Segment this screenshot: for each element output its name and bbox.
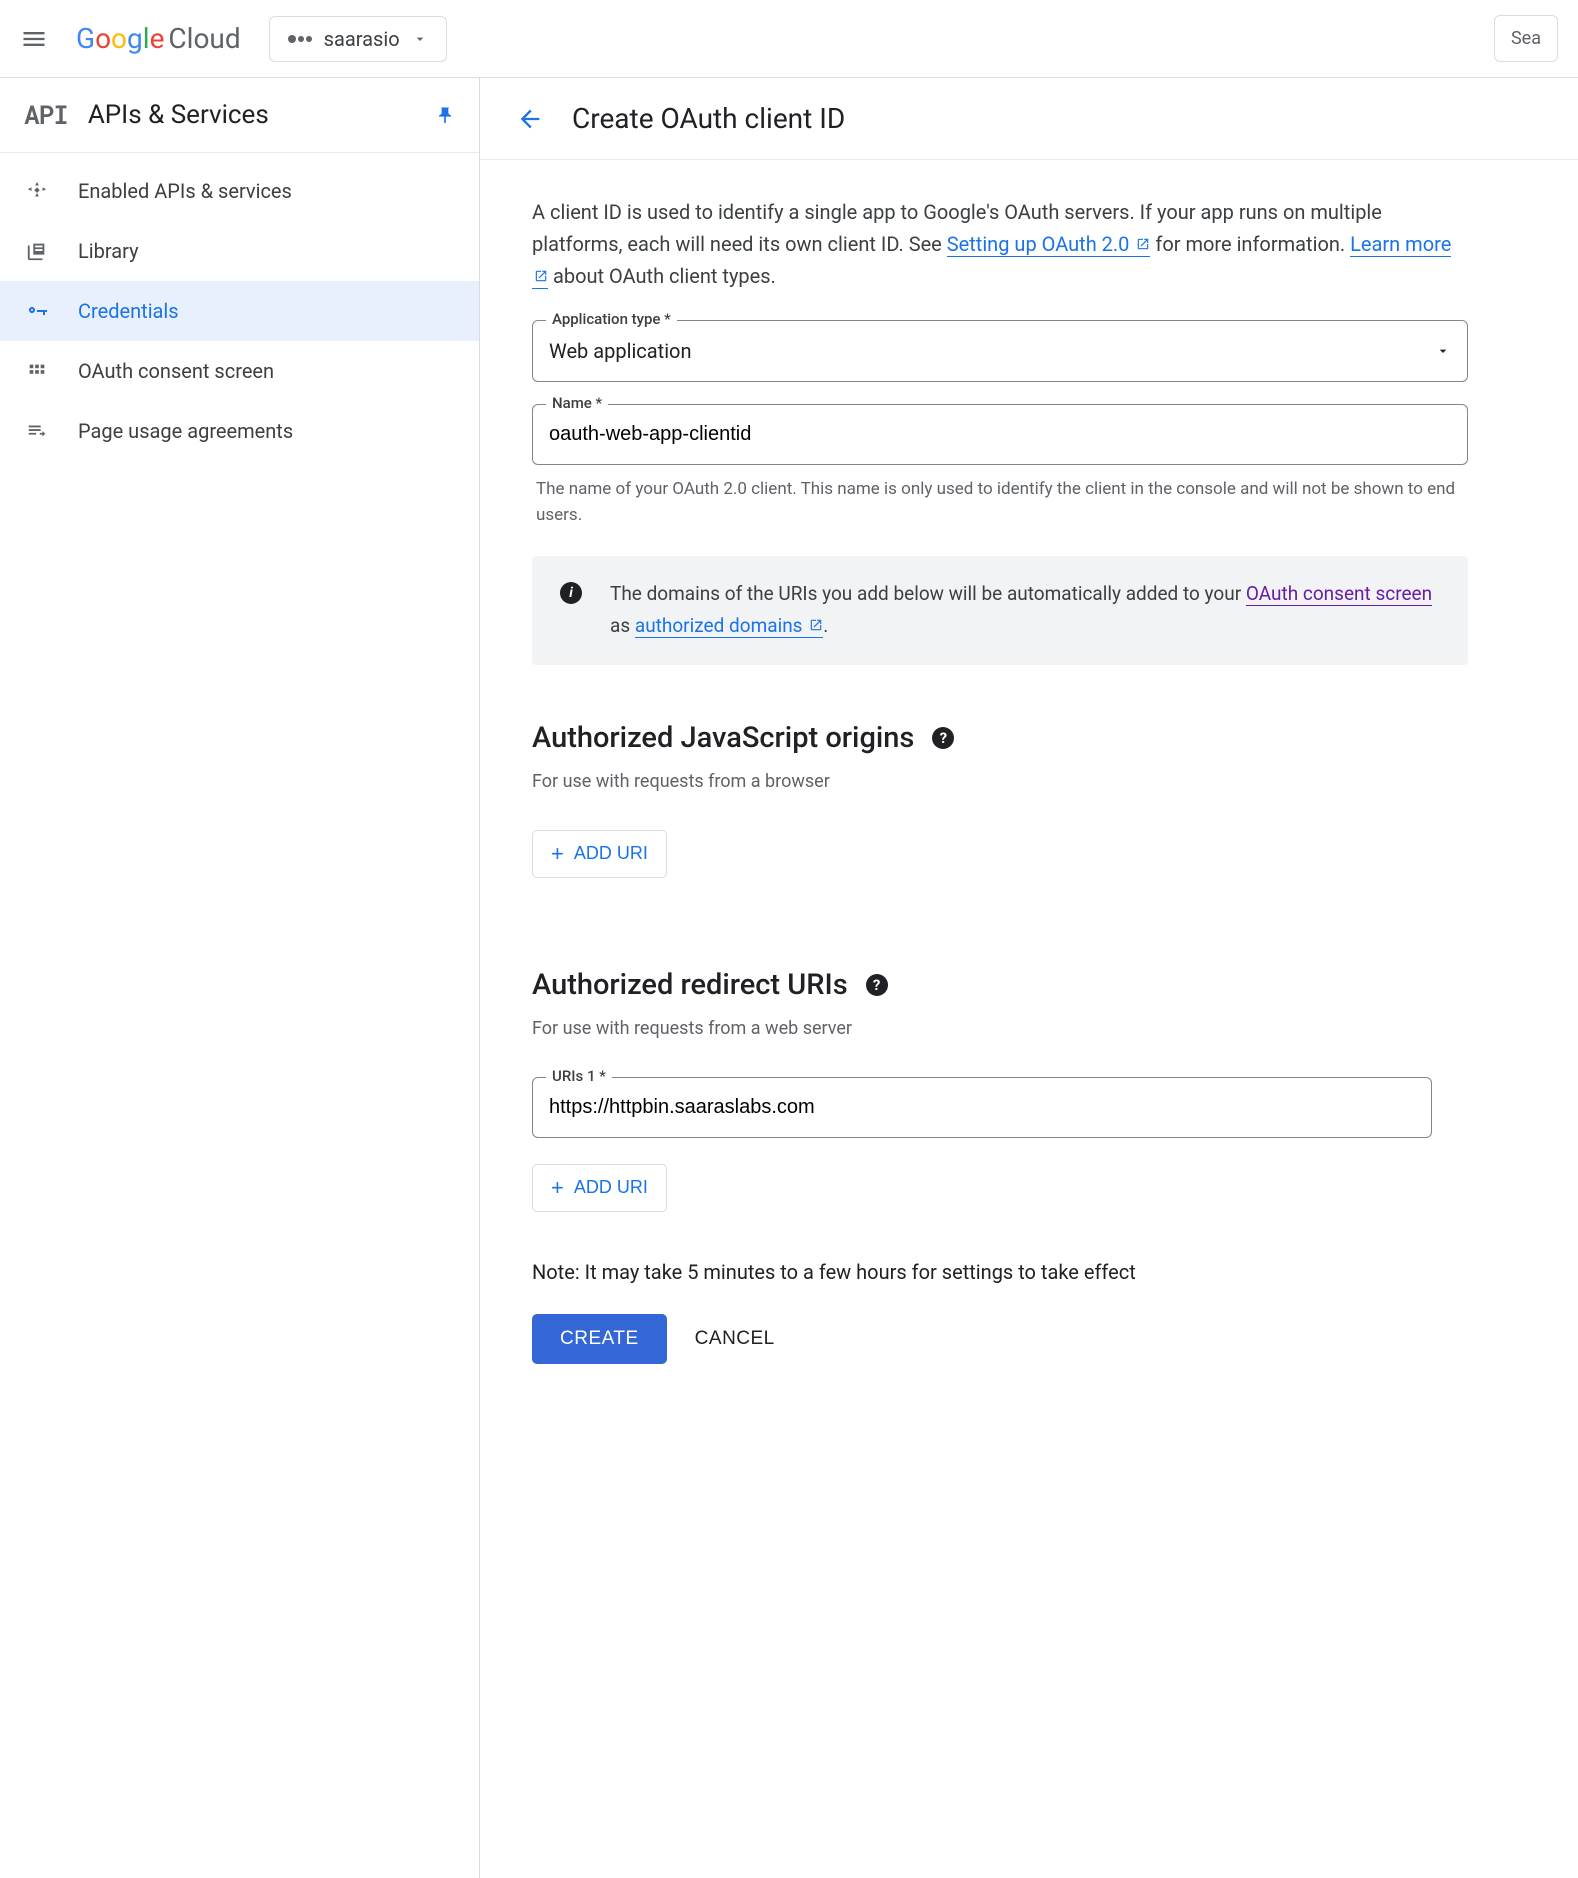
add-redirect-uri-button[interactable]: + ADD URI (532, 1164, 667, 1212)
plus-icon: + (551, 841, 564, 867)
main-menu-button[interactable] (20, 25, 48, 53)
agreements-icon (24, 420, 50, 442)
sidebar-nav: Enabled APIs & services Library Credenti… (0, 153, 479, 469)
arrow-back-icon (516, 105, 544, 133)
page-title: Create OAuth client ID (572, 102, 845, 135)
api-badge: API (24, 98, 68, 132)
pin-button[interactable] (435, 105, 455, 125)
sidebar-item-library[interactable]: Library (0, 221, 479, 281)
sidebar-item-oauth-consent[interactable]: OAuth consent screen (0, 341, 479, 401)
sidebar-item-credentials[interactable]: Credentials (0, 281, 479, 341)
application-type-value: Web application (549, 339, 692, 363)
authorized-domains-link[interactable]: authorized domains (635, 614, 823, 638)
google-wordmark: Google (76, 22, 164, 55)
redirect-uri-field: URIs 1 * (532, 1077, 1432, 1138)
sidebar-item-label: OAuth consent screen (78, 359, 274, 383)
add-js-origin-button[interactable]: + ADD URI (532, 830, 667, 878)
help-icon[interactable]: ? (932, 727, 954, 749)
sidebar-item-label: Credentials (78, 299, 179, 323)
redirect-uris-title: Authorized redirect URIs (532, 968, 848, 1002)
plus-icon: + (551, 1175, 564, 1201)
info-text: The domains of the URIs you add below wi… (610, 578, 1440, 643)
create-button[interactable]: CREATE (532, 1314, 667, 1364)
content: A client ID is used to identify a single… (480, 160, 1520, 1400)
main-header: Create OAuth client ID (480, 78, 1578, 160)
cancel-button[interactable]: CANCEL (695, 1328, 775, 1350)
redirect-uri-input[interactable] (549, 1096, 1415, 1119)
dropdown-arrow-icon (412, 31, 428, 47)
project-icon (288, 35, 312, 43)
sidebar: API APIs & Services Enabled APIs & servi… (0, 78, 480, 1878)
library-icon (24, 240, 50, 262)
hamburger-icon (20, 25, 48, 53)
consent-icon (24, 360, 50, 382)
application-type-label: Application type * (546, 310, 677, 328)
search-placeholder: Sea (1511, 28, 1541, 49)
sidebar-item-label: Library (78, 239, 139, 263)
search-input[interactable]: Sea (1494, 15, 1558, 62)
help-icon[interactable]: ? (866, 974, 888, 996)
top-header: Google Cloud saarasio Sea (0, 0, 1578, 78)
sidebar-item-enabled-apis[interactable]: Enabled APIs & services (0, 161, 479, 221)
info-icon: i (560, 582, 582, 604)
sidebar-item-label: Enabled APIs & services (78, 179, 292, 203)
pin-icon (435, 105, 455, 125)
application-type-field: Application type * Web application (532, 320, 1468, 382)
js-origins-desc: For use with requests from a browser (532, 771, 1468, 792)
name-field-wrapper: Name * (532, 404, 1468, 465)
name-label: Name * (546, 394, 608, 412)
redirect-uris-header: Authorized redirect URIs ? (532, 968, 1468, 1002)
js-origins-header: Authorized JavaScript origins ? (532, 721, 1468, 755)
external-link-icon (534, 269, 548, 283)
application-type-select[interactable]: Web application (532, 320, 1468, 382)
form-actions: CREATE CANCEL (532, 1314, 1468, 1364)
cloud-label: Cloud (168, 22, 240, 55)
project-name: saarasio (324, 27, 400, 51)
key-icon (24, 299, 50, 323)
settings-delay-note: Note: It may take 5 minutes to a few hou… (532, 1260, 1468, 1284)
sidebar-item-label: Page usage agreements (78, 419, 293, 443)
dropdown-arrow-icon (1435, 343, 1451, 359)
js-origins-title: Authorized JavaScript origins (532, 721, 914, 755)
info-box: i The domains of the URIs you add below … (532, 556, 1468, 665)
main-area: Create OAuth client ID A client ID is us… (480, 78, 1578, 1878)
redirect-uri-label: URIs 1 * (546, 1067, 612, 1085)
oauth-consent-link[interactable]: OAuth consent screen (1246, 582, 1432, 606)
sidebar-header: API APIs & Services (0, 78, 479, 153)
name-input[interactable] (549, 423, 1451, 446)
external-link-icon (1136, 237, 1150, 251)
back-button[interactable] (516, 105, 544, 133)
setup-oauth-link[interactable]: Setting up OAuth 2.0 (947, 232, 1151, 257)
intro-text: A client ID is used to identify a single… (532, 196, 1468, 292)
project-selector[interactable]: saarasio (269, 16, 447, 62)
external-link-icon (809, 618, 823, 632)
sidebar-item-page-usage-agreements[interactable]: Page usage agreements (0, 401, 479, 461)
redirect-uris-desc: For use with requests from a web server (532, 1018, 1468, 1039)
enabled-apis-icon (24, 180, 50, 202)
google-cloud-logo[interactable]: Google Cloud (76, 22, 241, 55)
name-helper-text: The name of your OAuth 2.0 client. This … (536, 477, 1464, 528)
sidebar-title: APIs & Services (88, 100, 269, 130)
